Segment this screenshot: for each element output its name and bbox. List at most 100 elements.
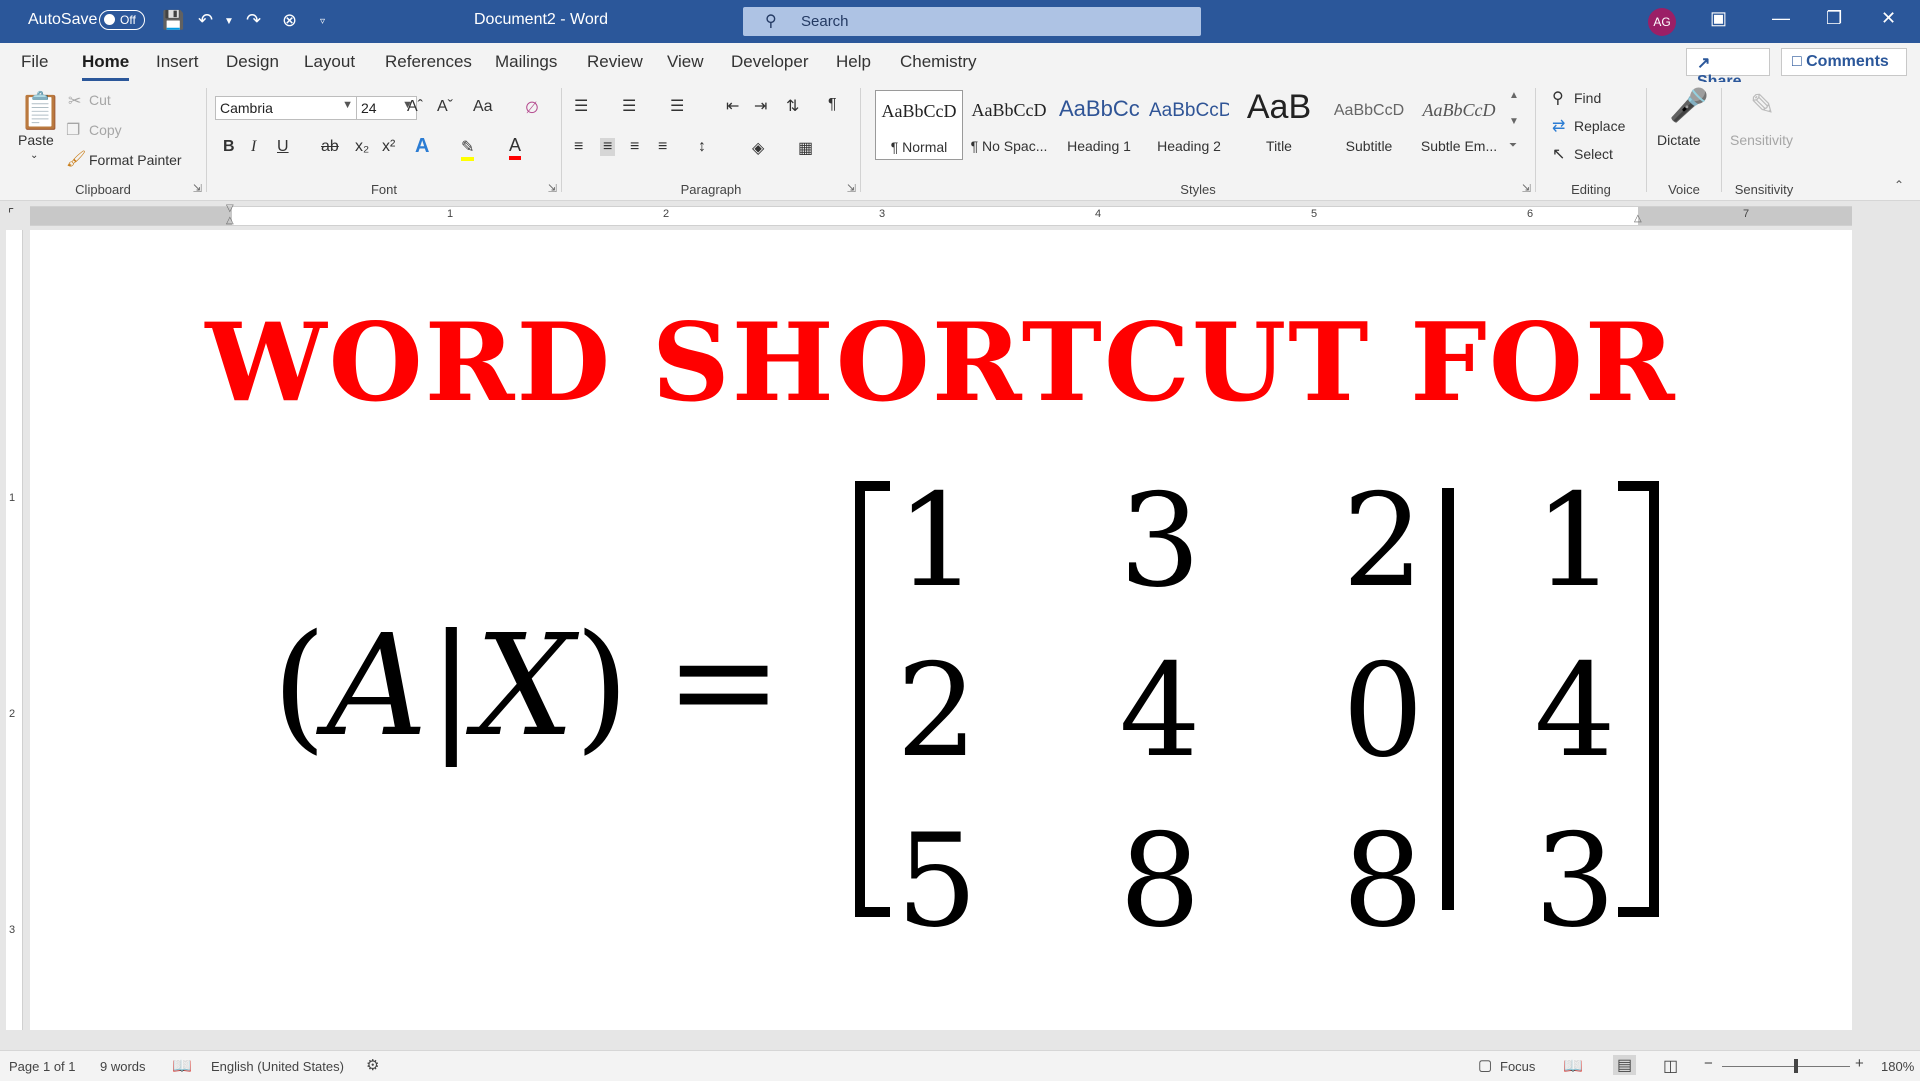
tab-help[interactable]: Help [836,52,871,72]
tab-chemistry[interactable]: Chemistry [900,52,977,72]
change-case-button[interactable]: Aa [473,98,493,116]
zoom-in-icon[interactable]: + [1855,1055,1864,1072]
style-title[interactable]: AaB Title [1235,88,1323,160]
show-marks-icon[interactable]: ¶ [828,96,837,114]
print-layout-icon[interactable]: ▤ [1613,1055,1637,1075]
redo-icon[interactable]: ↷ [246,10,261,31]
zoom-slider-thumb[interactable] [1794,1059,1798,1073]
avatar[interactable]: AG [1648,8,1676,36]
focus-button[interactable]: Focus [1500,1059,1535,1074]
page-count[interactable]: Page 1 of 1 [9,1059,76,1074]
increase-indent-icon[interactable]: ⇥ [754,96,767,116]
scroll-up-icon[interactable]: ▲ [1509,90,1519,101]
borders-icon[interactable]: ▦ [798,138,813,158]
font-launcher-icon[interactable]: ⇲ [548,182,557,195]
ribbon-display-icon[interactable]: ▣ [1710,8,1727,29]
tab-review[interactable]: Review [587,52,643,72]
align-right-icon[interactable]: ≡ [630,138,639,156]
style-subtle-emphasis[interactable]: AaBbCcD Subtle Em... [1415,90,1503,160]
shading-icon[interactable]: ◈ [752,138,764,158]
paragraph-launcher-icon[interactable]: ⇲ [847,182,856,195]
style-no-spacing[interactable]: AaBbCcD ¶ No Spac... [965,90,1053,160]
first-line-indent-icon[interactable]: ▽ [226,203,234,214]
tab-developer[interactable]: Developer [731,52,809,72]
microphone-icon[interactable]: 🎤 [1669,86,1709,124]
italic-icon[interactable]: I [251,138,256,156]
select-button[interactable]: Select [1574,146,1613,162]
word-count[interactable]: 9 words [100,1059,146,1074]
read-mode-icon[interactable]: 📖 [1563,1056,1583,1076]
paste-button[interactable]: Paste [18,132,54,148]
highlight-icon[interactable]: ✎ [461,137,475,161]
zoom-slider[interactable] [1722,1059,1850,1073]
tab-home[interactable]: Home [82,52,130,81]
close-icon[interactable]: ✕ [1881,8,1896,29]
paste-icon[interactable]: 📋 [18,90,63,132]
sensitivity-button[interactable]: Sensitivity [1730,132,1793,148]
format-painter-button[interactable]: Format Painter [89,152,182,168]
underline-icon[interactable]: U [277,138,289,156]
scroll-down-icon[interactable]: ▼ [1509,116,1519,127]
collapse-ribbon-icon[interactable]: ⌃ [1894,178,1904,192]
equation-lhs[interactable]: (A|X) [272,605,629,768]
decrease-indent-icon[interactable]: ⇤ [726,96,739,116]
justify-icon[interactable]: ≡ [658,138,667,156]
tab-references[interactable]: References [385,52,472,72]
shrink-font-button[interactable]: Aˇ [437,98,453,116]
horizontal-ruler[interactable]: 1 2 3 4 5 6 7 ▽ △ △ [30,203,1852,226]
document-heading[interactable]: WORD SHORTCUT FOR [30,300,1852,426]
tab-layout[interactable]: Layout [304,52,355,72]
tab-view[interactable]: View [667,52,704,72]
comments-button[interactable]: □ Comments [1781,48,1907,76]
line-spacing-icon[interactable]: ↕ [698,138,706,156]
bold-icon[interactable]: B [223,138,235,156]
styles-more-icon[interactable]: ⏷ [1509,140,1517,151]
cancel-icon[interactable]: ⊗ [282,10,297,31]
accessibility-icon[interactable]: ⚙ [366,1056,379,1074]
restore-icon[interactable]: ❐ [1826,8,1842,29]
align-left-icon[interactable]: ≡ [574,138,583,156]
style-heading-1[interactable]: AaBbCc Heading 1 [1055,90,1143,160]
replace-button[interactable]: Replace [1574,118,1625,134]
customize-toolbar-icon[interactable]: ▿ [320,16,325,27]
zoom-out-icon[interactable]: − [1704,1055,1713,1072]
find-button[interactable]: Find [1574,90,1601,106]
align-center-icon[interactable]: ≡ [600,138,616,156]
share-button[interactable]: ↗ Share [1686,48,1770,90]
paste-dropdown-icon[interactable]: ⌄ [30,150,38,161]
clipboard-launcher-icon[interactable]: ⇲ [193,182,202,195]
search-box[interactable]: ⚲ Search [743,7,1201,36]
grow-font-button[interactable]: Aˆ [407,98,423,116]
save-icon[interactable]: 💾 [162,10,184,31]
style-heading-2[interactable]: AaBbCcD Heading 2 [1145,90,1233,160]
bullets-icon[interactable]: ☰ [574,96,588,116]
clear-formatting-icon[interactable]: ∅ [525,98,539,118]
strikethrough-icon[interactable]: ab [321,138,339,156]
proofing-icon[interactable]: 📖 [172,1056,192,1076]
right-indent-icon[interactable]: △ [1634,213,1642,224]
autosave-toggle[interactable]: Off [99,10,145,30]
styles-launcher-icon[interactable]: ⇲ [1522,182,1531,195]
subscript-icon[interactable]: x₂ [355,138,369,156]
multilevel-list-icon[interactable]: ☰ [670,96,684,116]
tab-file[interactable]: File [21,52,48,72]
style-subtitle[interactable]: AaBbCcD Subtitle [1325,90,1413,160]
tab-design[interactable]: Design [226,52,279,72]
tab-selector-icon[interactable]: ⌜ [8,206,14,222]
text-effects-icon[interactable]: A [415,135,429,158]
copy-button[interactable]: Copy [89,122,122,138]
zoom-level[interactable]: 180% [1881,1059,1914,1074]
language-indicator[interactable]: English (United States) [211,1059,344,1074]
tab-mailings[interactable]: Mailings [495,52,557,72]
cut-button[interactable]: Cut [89,92,111,108]
font-name-combo[interactable]: Cambria ▼ [215,96,357,120]
vertical-ruler[interactable]: 1 2 3 [6,230,23,1030]
minimize-icon[interactable]: — [1772,8,1790,29]
tab-insert[interactable]: Insert [156,52,199,72]
sort-icon[interactable]: ⇅ [786,96,799,116]
undo-dropdown-icon[interactable]: ▼ [224,16,234,27]
superscript-icon[interactable]: x² [382,138,395,156]
dictate-button[interactable]: Dictate [1657,132,1701,148]
font-color-icon[interactable]: A [509,135,522,160]
undo-icon[interactable]: ↶ [198,10,213,31]
